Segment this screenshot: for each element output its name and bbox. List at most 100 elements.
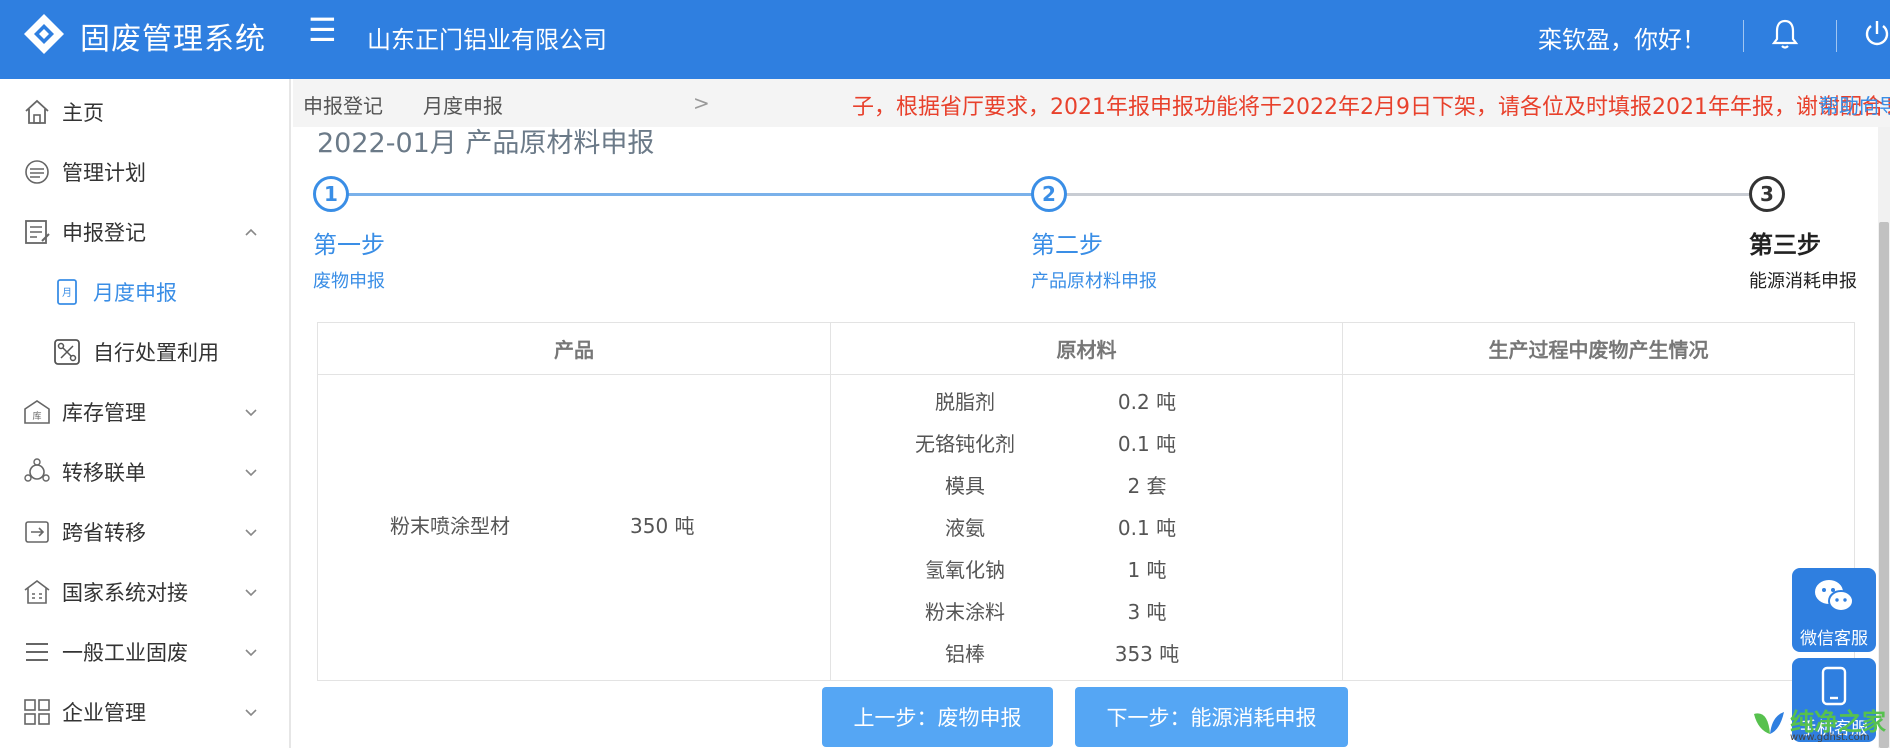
sidebar-item-plan[interactable]: 管理计划 [0,144,289,200]
material-name: 无铬钝化剂 [915,432,1015,456]
sidebar-item-warehouse[interactable]: 库 库存管理 [0,384,289,440]
material-row: 氢氧化钠 1 吨 [831,546,1343,588]
sidebar-item-label: 跨省转移 [62,521,146,545]
step-1-title: 第一步 [313,231,385,259]
header-product: 产品 [554,338,594,362]
home-icon [25,99,49,124]
sidebar-item-label: 库存管理 [62,401,146,425]
sidebar-item-transfer[interactable]: 转移联单 [0,444,289,500]
chevron-down-icon [245,589,257,597]
warehouse-icon: 库 [24,400,50,424]
step-1-circle: 1 [313,176,349,212]
leaf-logo-icon [1754,712,1784,734]
industrial-waste-icon [26,643,48,661]
sidebar: 主页 管理计划 申报登记 月 月度申报 自行处置利用 库 库存管理 转移联单 跨… [0,79,291,748]
breadcrumb-separator: > [693,91,710,115]
sidebar-item-label: 管理计划 [62,161,146,185]
product-name: 粉末喷涂型材 [390,514,510,538]
register-icon [25,220,50,244]
next-step-button[interactable]: 下一步：能源消耗申报 [1075,687,1348,747]
material-qty: 2 套 [1127,474,1167,498]
plan-icon [25,160,49,184]
main-content: 2022-01月 产品原材料申报 1 第一步 废物申报 2 第二步 产品原材料申… [293,127,1878,748]
sidebar-item-register[interactable]: 申报登记 [0,204,289,260]
material-row: 无铬钝化剂 0.1 吨 [831,420,1343,462]
material-row: 脱脂剂 0.2 吨 [831,378,1343,420]
step-2-title: 第二步 [1031,231,1103,259]
transfer-icon [24,458,50,482]
sidebar-item-label: 月度申报 [93,281,177,305]
sidebar-item-enterprise[interactable]: 企业管理 [0,684,289,740]
wechat-support-button[interactable]: 微信客服 [1792,568,1876,652]
table-row: 粉末喷涂型材 350 吨 脱脂剂 0.2 吨 无铬钝化剂 0.1 吨 模具 2 … [318,375,1854,680]
header-divider [1836,20,1837,52]
month-report-icon: 月 [57,279,77,305]
menu-icon[interactable]: ☰ [308,14,337,46]
material-qty: 353 吨 [1114,642,1180,666]
material-row: 粉末涂料 3 吨 [831,588,1343,630]
wechat-label: 微信客服 [1800,629,1868,649]
bell-icon[interactable] [1770,17,1800,51]
table-header: 产品 原材料 生产过程中废物产生情况 [318,323,1854,375]
sidebar-item-national-system[interactable]: 国家系统对接 [0,564,289,620]
power-icon[interactable] [1862,17,1890,51]
self-dispose-icon [54,339,80,365]
sidebar-item-label: 一般工业固废 [62,641,188,665]
wechat-icon [1815,580,1854,612]
help-guide-link[interactable]: 帮助向导 [1819,90,1890,119]
step-1-desc: 废物申报 [313,271,385,292]
sidebar-item-monthly-report[interactable]: 月 月度申报 [0,264,289,320]
material-name: 氢氧化钠 [925,558,1005,582]
breadcrumb-item-monthly: 月度申报 [423,94,503,118]
scrollbar-thumb[interactable] [1879,222,1889,748]
sidebar-item-label: 主页 [62,101,104,125]
user-greeting: 栾钦盈，你好！ [1538,26,1706,54]
material-name: 铝棒 [945,642,985,666]
sidebar-item-industrial-waste[interactable]: 一般工业固废 [0,624,289,680]
sidebar-item-label: 转移联单 [62,461,146,485]
sidebar-item-label: 国家系统对接 [62,581,188,605]
prev-step-button[interactable]: 上一步：废物申报 [822,687,1053,747]
cross-province-icon [25,521,49,543]
chevron-down-icon [245,529,257,537]
sidebar-item-self-dispose[interactable]: 自行处置利用 [0,324,289,380]
chevron-down-icon [245,469,257,477]
step-3-title: 第三步 [1749,231,1821,259]
report-table: 产品 原材料 生产过程中废物产生情况 粉末喷涂型材 350 吨 脱脂剂 0.2 … [317,322,1855,681]
header-material: 原材料 [830,323,1342,374]
step-2-desc: 产品原材料申报 [1031,271,1157,292]
breadcrumb-item-register[interactable]: 申报登记 [303,90,383,119]
material-qty: 3 吨 [1127,600,1167,624]
material-qty: 0.1 吨 [1117,516,1177,540]
app-title: 固废管理系统 [80,22,266,57]
material-row: 液氨 0.1 吨 [831,504,1343,546]
material-qty: 1 吨 [1127,558,1167,582]
product-qty: 350 吨 [630,514,695,538]
material-cell: 脱脂剂 0.2 吨 无铬钝化剂 0.1 吨 模具 2 套 液氨 0.1 吨 氢氧… [830,375,1342,680]
enterprise-icon [24,699,50,725]
national-system-icon [24,580,50,604]
waste-cell [1342,375,1854,680]
svg-text:库: 库 [32,410,41,422]
logo-icon [24,14,64,54]
company-name: 山东正门铝业有限公司 [367,26,607,54]
step-progress: 1 第一步 废物申报 2 第二步 产品原材料申报 3 第三步 能源消耗申报 [293,127,1878,297]
header-waste: 生产过程中废物产生情况 [1342,323,1854,374]
svg-text:月: 月 [62,287,72,299]
sidebar-item-home[interactable]: 主页 [0,84,289,140]
chevron-down-icon [245,709,257,717]
sidebar-item-label: 企业管理 [62,701,146,725]
sidebar-item-cross-province[interactable]: 跨省转移 [0,504,289,560]
top-header: 固废管理系统 ☰ 山东正门铝业有限公司 栾钦盈，你好！ [0,0,1890,79]
sidebar-item-label: 自行处置利用 [93,341,219,365]
material-name: 液氨 [945,516,985,540]
breadcrumb: 申报登记 > 月度申报 子，根据省厅要求，2021年报申报功能将于2022年2月… [293,79,1890,127]
chevron-up-icon [245,228,257,236]
notice-marquee: 子，根据省厅要求，2021年报申报功能将于2022年2月9日下架，请各位及时填报… [852,95,1890,120]
material-row: 铝棒 353 吨 [831,630,1343,672]
sidebar-item-label: 申报登记 [62,221,146,245]
step-2-circle: 2 [1031,176,1067,212]
header-divider [1743,20,1744,52]
watermark-logo: 纯净之家 www.gdhst.com [1748,700,1890,748]
material-name: 脱脂剂 [935,390,995,414]
